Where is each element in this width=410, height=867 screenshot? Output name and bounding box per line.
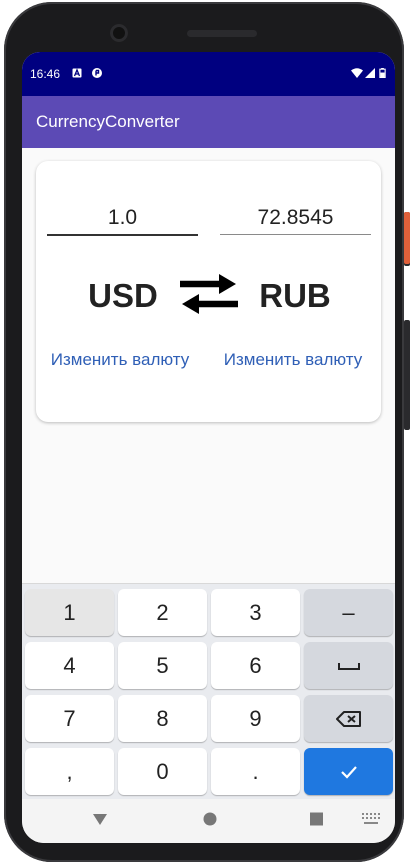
from-currency-label: USD bbox=[88, 277, 158, 314]
backspace-icon bbox=[335, 710, 361, 727]
battery-icon bbox=[379, 68, 386, 78]
key-4[interactable]: 4 bbox=[25, 642, 114, 689]
front-camera bbox=[110, 24, 128, 42]
from-amount-underline bbox=[47, 234, 198, 236]
notification-a-icon bbox=[72, 68, 82, 78]
key-period[interactable]: . bbox=[211, 748, 300, 795]
home-icon[interactable] bbox=[202, 811, 218, 827]
key-done[interactable] bbox=[304, 748, 393, 795]
screen: 16:46 CurrencyConverter 1.0 72.8545 USD … bbox=[22, 52, 395, 843]
phone-frame: 16:46 CurrencyConverter 1.0 72.8545 USD … bbox=[4, 2, 410, 862]
key-2[interactable]: 2 bbox=[118, 589, 207, 636]
status-time: 16:46 bbox=[30, 67, 61, 81]
earpiece-speaker bbox=[187, 30, 257, 37]
change-to-currency-link[interactable]: Изменить валюту bbox=[218, 349, 368, 371]
volume-button bbox=[404, 212, 410, 264]
recents-icon[interactable] bbox=[310, 811, 324, 827]
key-6[interactable]: 6 bbox=[211, 642, 300, 689]
key-9[interactable]: 9 bbox=[211, 695, 300, 742]
change-from-currency-link[interactable]: Изменить валюту bbox=[45, 349, 195, 371]
key-0[interactable]: 0 bbox=[118, 748, 207, 795]
status-bar: 16:46 bbox=[22, 52, 395, 96]
checkmark-icon bbox=[340, 765, 357, 779]
converter-card: USD RUB Изменить валюту Изменить валюту bbox=[36, 161, 381, 422]
key-3[interactable]: 3 bbox=[211, 589, 300, 636]
numeric-keyboard: 1 2 3 – 4 5 6 7 8 9 , 0 . bbox=[22, 583, 395, 799]
signal-icon bbox=[365, 68, 375, 78]
app-title: CurrencyConverter bbox=[36, 112, 180, 131]
main-content: USD RUB Изменить валюту Изменить валюту bbox=[22, 148, 395, 584]
key-comma[interactable]: , bbox=[25, 748, 114, 795]
key-5[interactable]: 5 bbox=[118, 642, 207, 689]
key-minus[interactable]: – bbox=[304, 589, 393, 636]
to-amount-underline bbox=[220, 234, 371, 235]
to-amount-input[interactable] bbox=[220, 203, 371, 233]
notification-app-icon bbox=[92, 68, 102, 78]
back-icon[interactable] bbox=[92, 811, 108, 827]
key-8[interactable]: 8 bbox=[118, 695, 207, 742]
from-amount-input[interactable] bbox=[47, 203, 198, 233]
key-1[interactable]: 1 bbox=[25, 589, 114, 636]
to-currency-label: RUB bbox=[259, 277, 331, 314]
key-space[interactable] bbox=[304, 642, 393, 689]
wifi-icon bbox=[351, 68, 363, 78]
key-7[interactable]: 7 bbox=[25, 695, 114, 742]
key-backspace[interactable] bbox=[304, 695, 393, 742]
navigation-bar bbox=[22, 799, 395, 843]
app-bar: CurrencyConverter bbox=[22, 96, 395, 148]
space-bar-icon bbox=[337, 662, 360, 670]
keyboard-switch-icon[interactable] bbox=[362, 813, 380, 825]
volume-rocker bbox=[404, 320, 410, 430]
